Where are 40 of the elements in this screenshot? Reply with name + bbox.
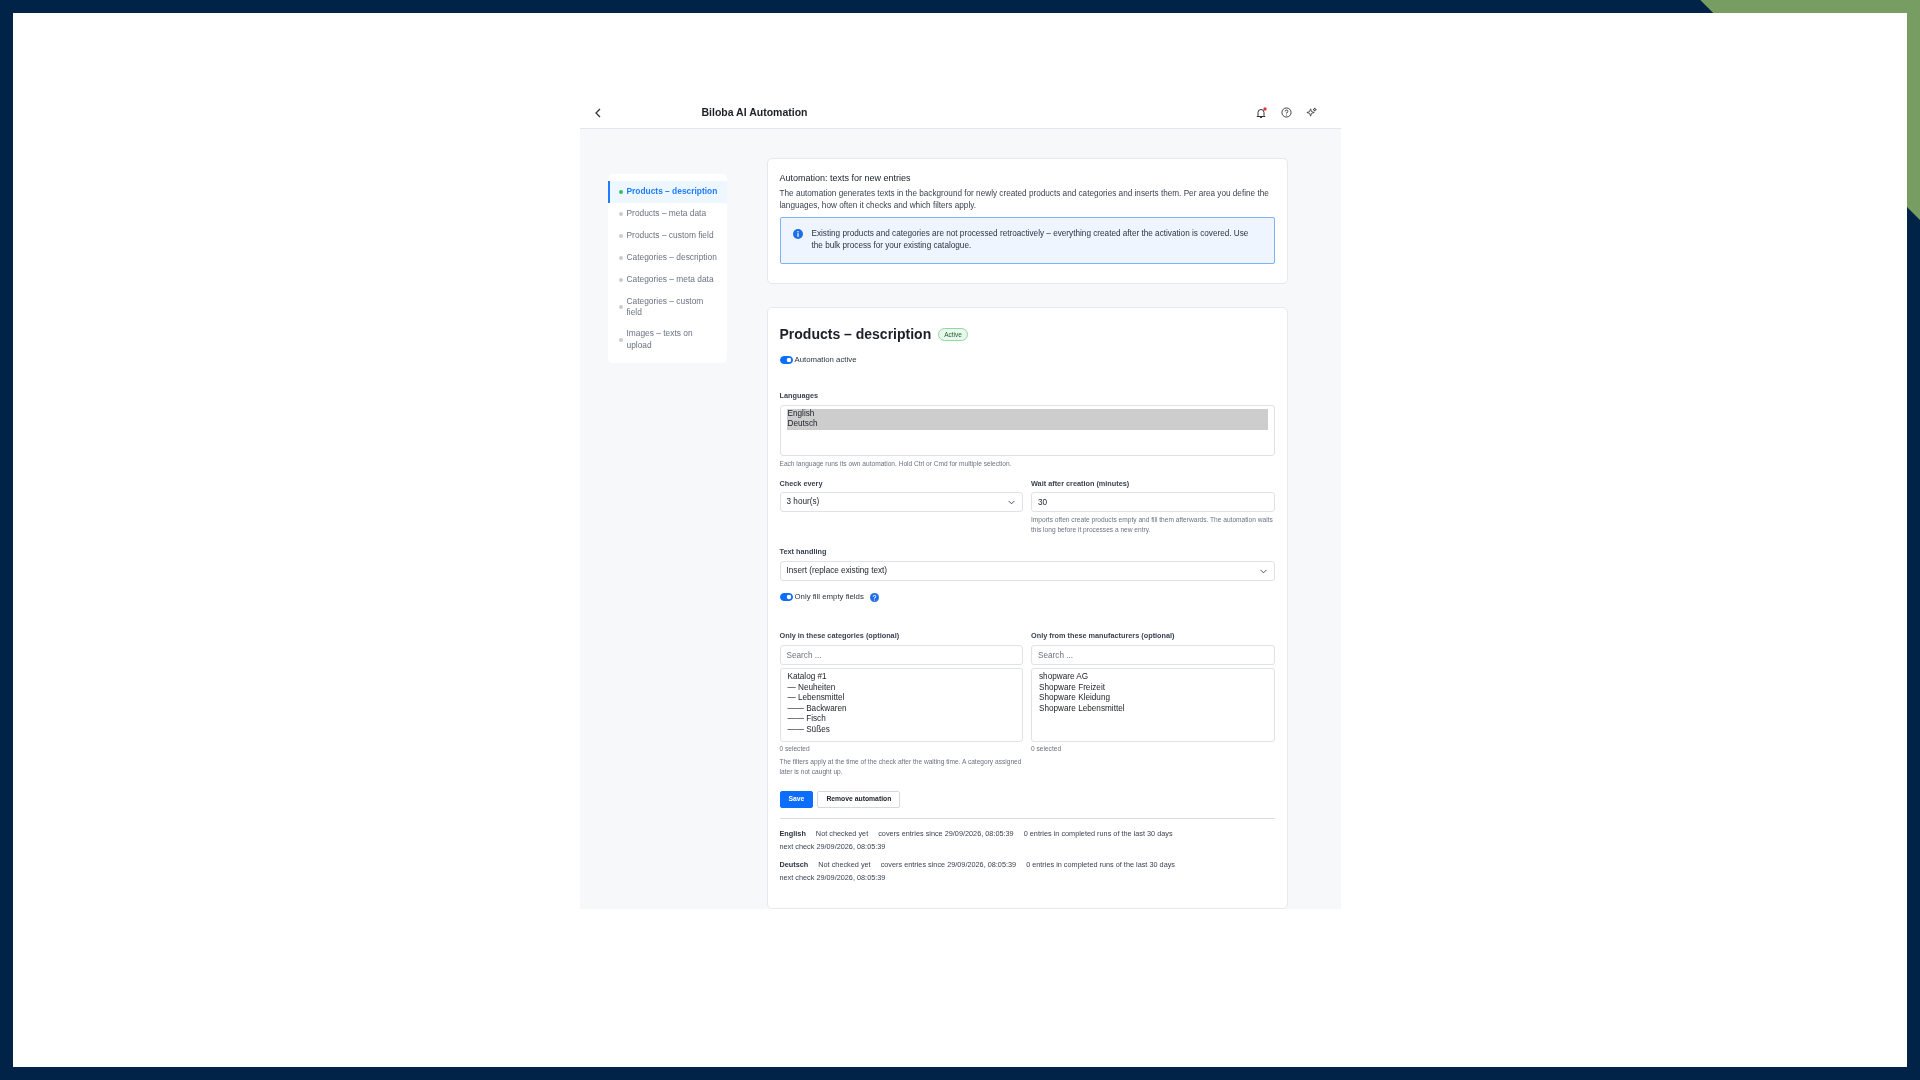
list-option[interactable]: Shopware Lebensmittel [1038,703,1268,715]
list-option[interactable]: —— Süßes [786,724,1016,736]
sidebar-item[interactable]: Images – texts on upload [607,323,727,356]
list-box[interactable]: shopware AG Shopware Freizeit Shopware Kleidung Shopware Lebensmittel [1031,668,1275,742]
back-button[interactable] [593,107,602,118]
sidebar-item[interactable]: Categories – custom field [607,290,727,324]
list-option[interactable]: Shopware Freizeit [1038,682,1268,694]
sidebar-item[interactable]: Products – description [607,180,727,203]
info-icon [792,229,803,240]
list-option[interactable]: Deutsch [786,419,1268,430]
search-field[interactable]: Search ... [1031,645,1275,665]
sidebar-item[interactable]: Products – custom field [607,224,727,247]
list-box[interactable]: Katalog #1 — Neuheiten — Lebensmittel —— Backwaren —— Fisch —— Süßes [779,668,1023,742]
notice-text: Existing products and categories are not processed retroactively – everything created after the activation is covered. Use the bulk process for your existing catalogue. [811,228,1250,253]
dropdown[interactable]: Insert (replace existing text) [779,561,1275,582]
list-box[interactable]: English Deutsch [779,404,1275,456]
toggle-switch[interactable] [779,593,793,602]
list-option[interactable]: Katalog #1 [786,672,1016,683]
sidebar-item[interactable]: Categories – meta data [607,268,727,291]
app-title: Biloba AI Automation [701,104,808,120]
list-option[interactable]: — Neuheiten [786,682,1016,694]
intro-text: The automation generates texts in the background for newly created products and categories and inserts them. Per area you define the languages, how often it checks and which filters apply. [779,188,1270,212]
list-option[interactable]: Shopware Kleidung [1038,693,1268,704]
search-field[interactable]: Search ... [779,645,1023,665]
intro-title: Automation: texts for new entries [779,171,912,185]
help-button[interactable] [1280,107,1292,119]
sparkles-button[interactable] [1305,107,1317,119]
sidebar-item[interactable]: Products – meta data [607,202,727,225]
section-title: Products – description [779,326,932,343]
notification-button[interactable] [1254,106,1267,119]
list-option[interactable]: — Lebensmittel [786,693,1016,704]
help-icon[interactable] [869,592,879,602]
list-option[interactable]: —— Backwaren [786,703,1016,715]
input-field[interactable]: 30 [1031,492,1275,513]
list-option[interactable]: shopware AG [1038,672,1268,683]
dropdown[interactable]: 3 hour(s) [779,492,1023,513]
sidebar-item[interactable]: Categories – description [607,246,727,269]
list-option[interactable]: English [786,408,1268,420]
toggle-switch[interactable] [779,355,793,364]
list-option[interactable]: —— Fisch [786,714,1016,725]
